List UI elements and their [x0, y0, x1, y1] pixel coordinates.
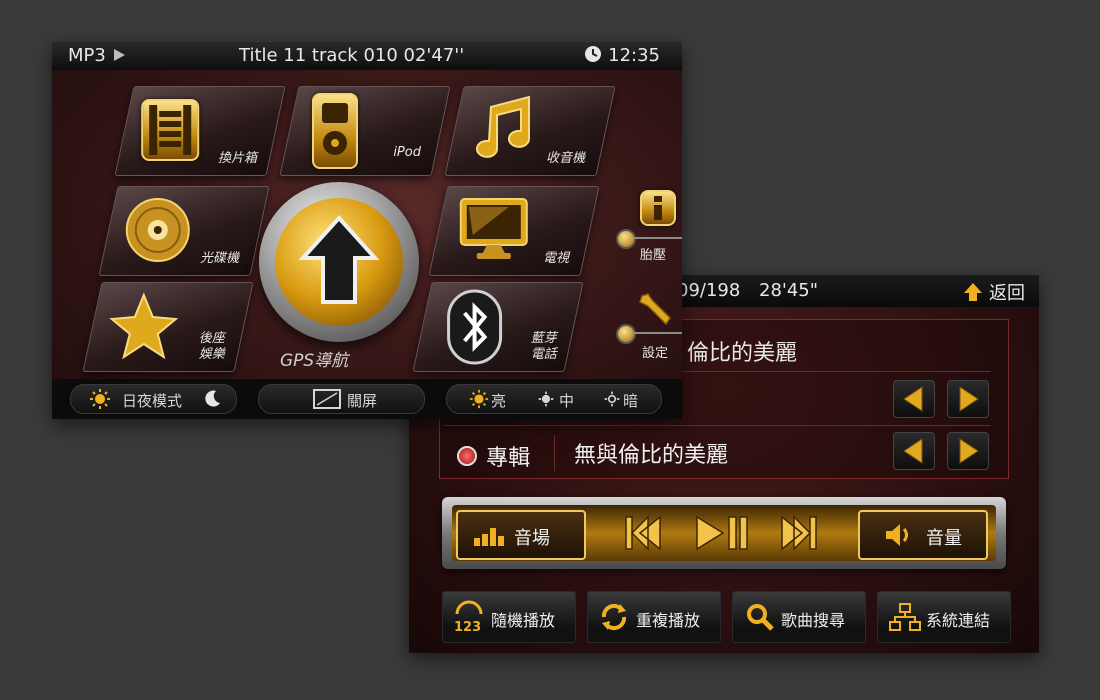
info-icon[interactable]	[640, 190, 676, 226]
gps-navigation-button[interactable]	[259, 182, 419, 342]
sun-bright-icon[interactable]	[469, 389, 489, 409]
wrench-icon[interactable]	[636, 290, 676, 330]
row2-next-button[interactable]	[947, 380, 989, 418]
shuffle-button[interactable]: 123 隨機播放	[442, 591, 576, 643]
screen-icon	[313, 389, 341, 409]
bluetooth-icon	[447, 289, 503, 369]
tv-monitor-icon	[459, 197, 529, 267]
network-icon	[889, 603, 921, 631]
bottom-bar: 日夜模式 關屏 亮 中 暗	[52, 379, 682, 419]
up-arrow-icon	[963, 283, 982, 301]
bright-label[interactable]: 亮	[491, 390, 506, 411]
song-search-button[interactable]: 歌曲搜尋	[732, 591, 866, 643]
tire-pressure-label: 胎壓	[640, 248, 667, 263]
tile-tv[interactable]: 電視	[428, 186, 600, 276]
disc-icon	[125, 197, 191, 267]
sun-dim-icon[interactable]	[603, 390, 621, 408]
record-dot-icon	[457, 446, 477, 466]
speaker-icon	[886, 524, 908, 546]
search-icon	[747, 604, 774, 631]
play-pause-icon[interactable]	[693, 511, 751, 555]
music-note-icon	[467, 93, 537, 169]
back-button[interactable]: 返回	[962, 279, 1025, 305]
brightness-controls: 亮 中 暗	[446, 384, 662, 414]
star-icon	[109, 291, 179, 365]
gps-label: GPS導航	[280, 351, 349, 371]
sun-medium-icon[interactable]	[537, 390, 555, 408]
track-counter: 09/198	[677, 280, 741, 301]
album-category: 專輯	[457, 440, 530, 472]
tile-radio[interactable]: 收音機	[444, 86, 616, 176]
settings-knob[interactable]	[616, 324, 636, 344]
transport-control-bar: 音場 音量	[442, 497, 1006, 569]
triangle-left-icon	[903, 386, 923, 412]
film-strip-icon	[141, 99, 200, 161]
medium-label[interactable]: 中	[559, 390, 574, 411]
previous-track-icon[interactable]	[620, 511, 666, 555]
system-link-button[interactable]: 系統連結	[877, 591, 1011, 643]
svg-text:123: 123	[454, 620, 481, 634]
moon-icon	[205, 390, 220, 407]
tile-rear-entertainment[interactable]: 後座 娛樂	[82, 282, 254, 372]
shuffle-123-icon: 123	[454, 600, 483, 634]
settings-label: 設定	[642, 346, 669, 361]
album-name: 無與倫比的美麗	[574, 443, 729, 468]
main-menu-screen: MP3 Title 11 track 010 02'47'' 12:35 換片箱…	[52, 42, 682, 419]
clock-icon	[585, 46, 602, 62]
play-triangle-icon	[113, 49, 125, 61]
row2-prev-button[interactable]	[893, 380, 935, 418]
equalizer-bars-icon	[474, 528, 504, 546]
clock: 12:35	[584, 45, 660, 66]
triangle-left-icon	[903, 438, 923, 464]
tile-ipod[interactable]: iPod	[279, 86, 451, 176]
sound-field-button[interactable]: 音場	[456, 510, 586, 560]
dark-label[interactable]: 暗	[623, 390, 638, 411]
repeat-icon	[601, 603, 627, 631]
sun-icon	[90, 389, 110, 409]
ipod-icon	[312, 93, 358, 169]
song-title: 倫比的美麗	[687, 341, 798, 366]
repeat-button[interactable]: 重複播放	[587, 591, 721, 643]
day-night-mode-button[interactable]: 日夜模式	[70, 384, 237, 414]
tile-bluetooth-phone[interactable]: 藍芽 電話	[412, 282, 584, 372]
next-track-icon[interactable]	[776, 511, 822, 555]
tile-changer[interactable]: 換片箱	[114, 86, 286, 176]
tile-disc[interactable]: 光碟機	[98, 186, 270, 276]
up-arrow-icon	[298, 215, 380, 304]
source-indicator[interactable]: MP3	[68, 45, 126, 66]
album-next-button[interactable]	[947, 432, 989, 470]
triangle-right-icon	[959, 386, 979, 412]
elapsed-time: 28'45"	[759, 280, 819, 301]
tire-pressure-knob[interactable]	[616, 229, 636, 249]
screen-off-button[interactable]: 關屏	[258, 384, 425, 414]
triangle-right-icon	[959, 438, 979, 464]
now-playing-info: Title 11 track 010 02'47''	[239, 45, 465, 66]
volume-button[interactable]: 音量	[858, 510, 988, 560]
status-bar: MP3 Title 11 track 010 02'47'' 12:35	[52, 42, 682, 70]
album-prev-button[interactable]	[893, 432, 935, 470]
